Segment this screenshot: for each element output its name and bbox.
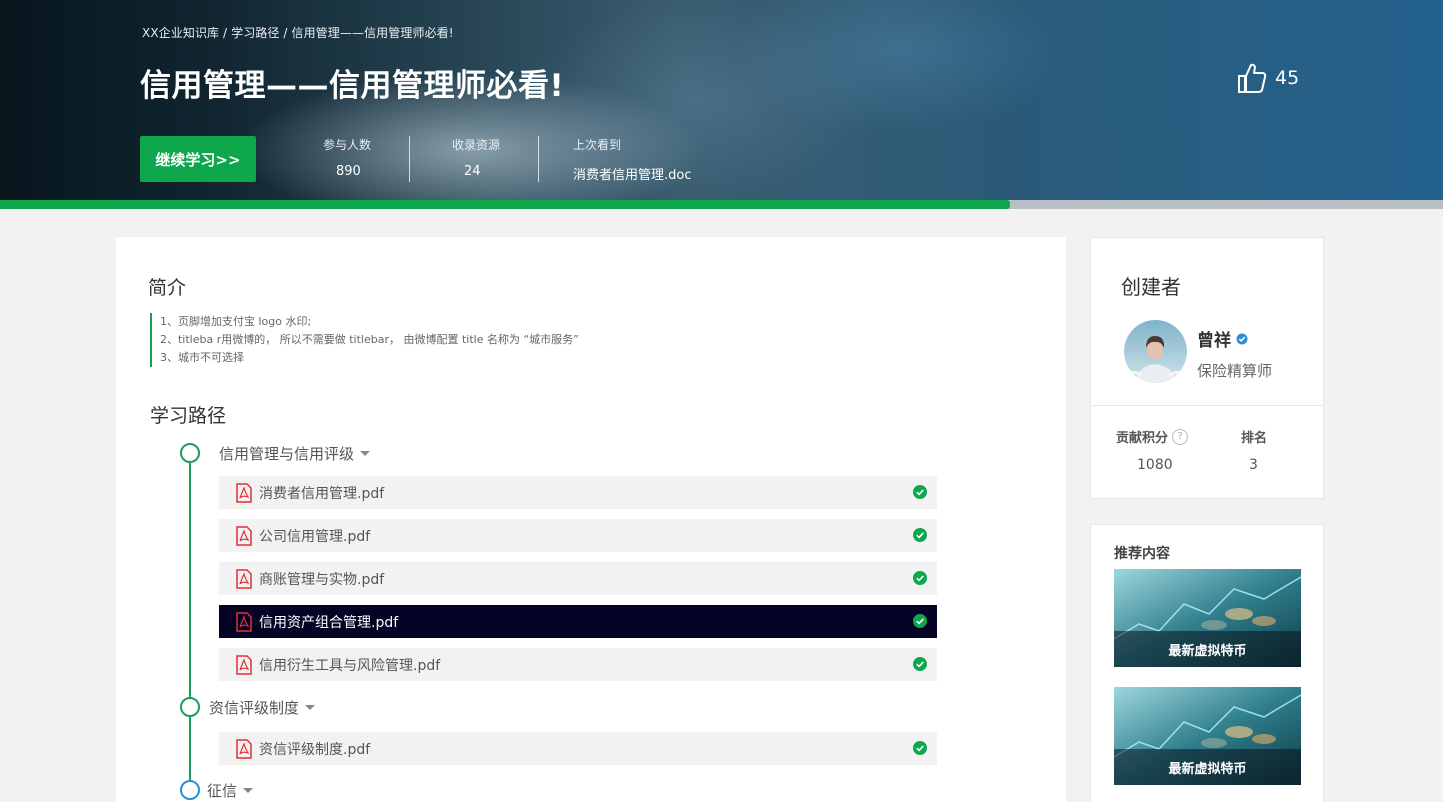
path-group-toggle[interactable]: 信用管理与信用评级 (219, 443, 371, 464)
check-circle-icon (913, 485, 927, 499)
creator-name: 曾祥 (1197, 331, 1231, 351)
timeline-line (189, 463, 191, 789)
path-group-name: 资信评级制度 (209, 699, 300, 717)
like-count: 45 (1275, 67, 1300, 89)
stat-resources: 收录资源 24 (452, 136, 500, 182)
breadcrumb[interactable]: XX企业知识库 / 学习路径 / 信用管理——信用管理师必看! (142, 24, 454, 41)
recommend-title: 推荐内容 (1114, 546, 1170, 562)
creator-name-row[interactable]: 曾祥 (1197, 326, 1248, 351)
page-title: 信用管理——信用管理师必看! (140, 68, 565, 104)
recommend-item[interactable]: 最新虚拟特币 (1114, 569, 1301, 667)
pdf-file-icon (236, 611, 252, 632)
creator-role: 保险精算师 (1197, 362, 1273, 380)
intro-title: 简介 (148, 277, 187, 299)
pdf-file-icon (236, 525, 252, 546)
resource-row[interactable]: 消费者信用管理.pdf (219, 476, 937, 509)
resource-name: 消费者信用管理.pdf (259, 485, 385, 502)
resource-name: 商账管理与实物.pdf (259, 571, 385, 588)
check-circle-icon (913, 741, 927, 755)
resource-name: 资信评级制度.pdf (259, 741, 371, 758)
intro-line: 1、页脚增加支付宝 logo 水印; (160, 315, 312, 328)
stat-divider (538, 136, 539, 182)
rank-value: 3 (1249, 457, 1258, 473)
caret-down-icon (243, 788, 254, 793)
learning-path-title: 学习路径 (150, 405, 227, 427)
caret-down-icon (305, 705, 316, 710)
timeline-node (180, 697, 200, 717)
continue-learning-button[interactable]: 继续学习>> (140, 136, 256, 182)
stat-label: 收录资源 (452, 138, 501, 152)
caret-down-icon (360, 451, 371, 456)
divider (1091, 405, 1323, 406)
recommend-card: 推荐内容 最新虚拟特币 最新虚拟特币 (1090, 524, 1324, 802)
intro-line: 3、城市不可选择 (160, 351, 244, 364)
path-group-name: 信用管理与信用评级 (219, 445, 355, 463)
stat-last-viewed: 上次看到 消费者信用管理.doc (573, 136, 692, 183)
resource-row[interactable]: 信用衍生工具与风险管理.pdf (219, 648, 937, 681)
thumbs-up-icon (1238, 63, 1267, 93)
resource-row[interactable]: 商账管理与实物.pdf (219, 562, 937, 595)
points-label-row: 贡献积分 ? (1116, 427, 1189, 446)
stat-value: 24 (464, 164, 481, 179)
resource-row-active[interactable]: 信用资产组合管理.pdf (219, 605, 937, 638)
intro-text: 1、页脚增加支付宝 logo 水印; 2、titleba r用微博的， 所以不需… (150, 313, 579, 367)
timeline-node (180, 443, 200, 463)
timeline-node (180, 780, 200, 800)
check-circle-icon (913, 571, 927, 585)
resource-row[interactable]: 公司信用管理.pdf (219, 519, 937, 552)
rank-label: 排名 (1241, 431, 1268, 446)
check-circle-icon (913, 657, 927, 671)
stat-participants: 参与人数 890 (323, 136, 371, 182)
path-group-toggle[interactable]: 资信评级制度 (209, 697, 316, 718)
check-circle-icon (913, 528, 927, 542)
learning-progress-fill (0, 200, 1011, 209)
points-label: 贡献积分 (1116, 431, 1169, 446)
stat-divider (409, 136, 410, 182)
avatar[interactable] (1124, 320, 1187, 383)
pdf-file-icon (236, 482, 252, 503)
recommend-item[interactable]: 最新虚拟特币 (1114, 687, 1301, 785)
main-content-card: 简介 1、页脚增加支付宝 logo 水印; 2、titleba r用微博的， 所… (116, 237, 1066, 802)
learning-progress-bar (0, 200, 1443, 209)
resource-row[interactable]: 资信评级制度.pdf (219, 732, 937, 765)
hero-banner: XX企业知识库 / 学习路径 / 信用管理——信用管理师必看! 信用管理——信用… (0, 0, 1443, 200)
creator-title: 创建者 (1121, 275, 1181, 299)
recommend-caption: 最新虚拟特币 (1114, 749, 1301, 785)
recommend-caption: 最新虚拟特币 (1114, 631, 1301, 667)
path-group-name: 征信 (207, 782, 238, 800)
resource-name: 信用资产组合管理.pdf (259, 614, 399, 631)
stat-value: 890 (336, 164, 361, 179)
path-group-toggle[interactable]: 征信 (207, 780, 254, 801)
resource-name: 公司信用管理.pdf (259, 528, 371, 545)
points-value: 1080 (1137, 457, 1173, 473)
like-button[interactable]: 45 (1237, 62, 1299, 94)
pdf-file-icon (236, 568, 252, 589)
pdf-file-icon (236, 654, 252, 675)
pdf-file-icon (236, 738, 252, 759)
help-icon[interactable]: ? (1172, 428, 1189, 445)
check-circle-icon (913, 614, 927, 628)
stat-label: 上次看到 (573, 138, 622, 152)
last-viewed-link[interactable]: 消费者信用管理.doc (573, 164, 692, 183)
stat-label: 参与人数 (323, 138, 372, 152)
resource-name: 信用衍生工具与风险管理.pdf (259, 657, 441, 674)
intro-line: 2、titleba r用微博的， 所以不需要做 titlebar， 由微博配置 … (160, 333, 579, 346)
verified-badge-icon (1236, 333, 1248, 344)
creator-card: 创建者 曾祥 保险精算师 贡献积分 ? 1080 排名 3 (1090, 237, 1324, 499)
